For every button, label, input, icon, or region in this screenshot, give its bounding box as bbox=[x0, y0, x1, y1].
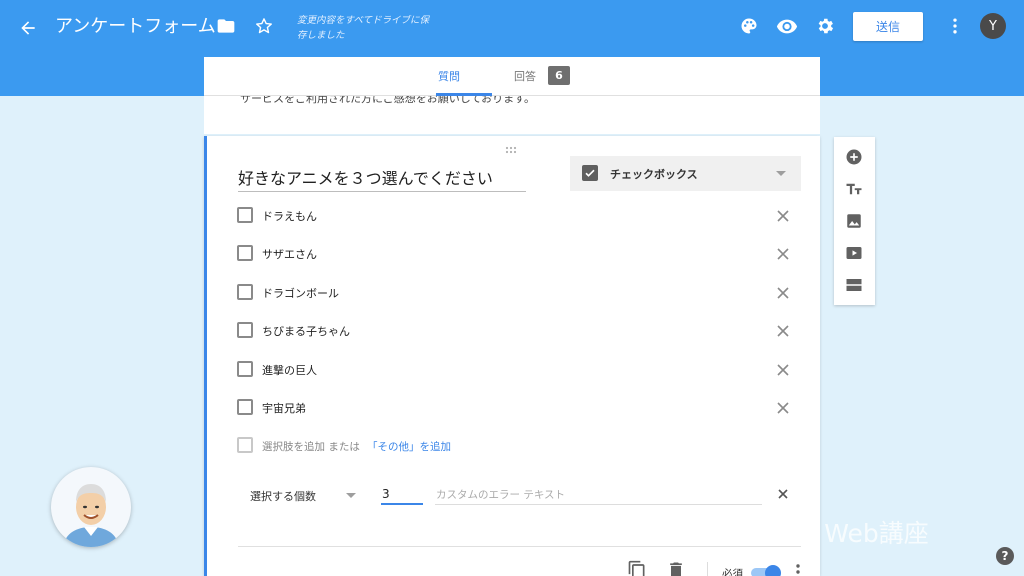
add-option-checkbox bbox=[237, 437, 253, 453]
presenter-avatar bbox=[51, 467, 131, 547]
remove-validation-icon[interactable] bbox=[773, 484, 793, 504]
option-checkbox[interactable] bbox=[237, 284, 253, 300]
question-title-input[interactable]: 好きなアニメを３つ選んでください bbox=[238, 168, 526, 192]
watermark-text: ひとりWeb講座 bbox=[750, 519, 929, 548]
option-row: ちびまる子ちゃん bbox=[237, 321, 797, 341]
active-card-indicator bbox=[204, 136, 207, 576]
more-vert-icon[interactable] bbox=[943, 14, 967, 38]
question-type-label: チェックボックス bbox=[610, 168, 698, 181]
required-label: 必須 bbox=[722, 568, 743, 576]
option-row: ドラえもん bbox=[237, 206, 797, 226]
question-card[interactable]: 好きなアニメを３つ選んでください チェックボックス ドラえもん サザエさん ドラ… bbox=[204, 136, 820, 576]
remove-option-icon[interactable] bbox=[773, 321, 793, 341]
add-option-label[interactable]: 選択肢を追加 bbox=[262, 441, 325, 453]
dropdown-arrow-icon bbox=[776, 171, 786, 176]
tab-responses[interactable]: 回答 bbox=[514, 68, 536, 84]
validation-rule-label: 選択する個数 bbox=[250, 490, 316, 503]
checkbox-type-icon bbox=[582, 165, 598, 181]
form-description-text: サービスをご利用された方にご感想をお願いしております。 bbox=[240, 96, 536, 105]
add-option-link[interactable]: 選択肢を追加 または bbox=[262, 439, 360, 454]
card-more-vert-icon[interactable] bbox=[792, 562, 804, 576]
delete-trash-icon[interactable] bbox=[666, 560, 686, 576]
custom-error-input[interactable] bbox=[435, 485, 762, 505]
side-toolbar bbox=[834, 137, 875, 305]
save-status-text: 変更内容をすべてドライブに保存しました bbox=[297, 15, 429, 41]
form-description-card[interactable]: サービスをご利用された方にご感想をお願いしております。 bbox=[204, 96, 820, 134]
duplicate-icon[interactable] bbox=[627, 560, 647, 576]
option-checkbox[interactable] bbox=[237, 361, 253, 377]
add-title-text-icon[interactable] bbox=[844, 179, 864, 199]
folder-icon[interactable] bbox=[214, 14, 238, 38]
star-icon[interactable] bbox=[252, 14, 276, 38]
selection-count-input[interactable] bbox=[381, 485, 423, 505]
remove-option-icon[interactable] bbox=[773, 398, 793, 418]
responses-count-badge: 6 bbox=[548, 66, 570, 85]
option-checkbox[interactable] bbox=[237, 245, 253, 261]
required-toggle[interactable] bbox=[751, 565, 781, 576]
validation-rule-dropdown[interactable]: 選択する個数 bbox=[250, 488, 360, 508]
remove-option-icon[interactable] bbox=[773, 244, 793, 264]
or-label: または bbox=[328, 441, 360, 453]
form-tabs: 質問 回答 6 bbox=[204, 57, 820, 96]
preview-eye-icon[interactable] bbox=[775, 14, 799, 38]
option-label[interactable]: 進撃の巨人 bbox=[262, 362, 317, 378]
option-row: ドラゴンボール bbox=[237, 283, 797, 303]
chevron-down-icon bbox=[346, 493, 356, 498]
option-checkbox[interactable] bbox=[237, 399, 253, 415]
option-label[interactable]: ドラゴンボール bbox=[262, 285, 339, 301]
add-option-row: 選択肢を追加 または 「その他」を追加 bbox=[237, 436, 637, 456]
option-checkbox[interactable] bbox=[237, 207, 253, 223]
add-other-link[interactable]: 「その他」を追加 bbox=[367, 439, 451, 454]
form-title[interactable]: アンケートフォーム bbox=[55, 15, 216, 39]
remove-option-icon[interactable] bbox=[773, 360, 793, 380]
back-arrow-icon[interactable] bbox=[14, 14, 42, 42]
add-section-icon[interactable] bbox=[844, 275, 864, 295]
add-image-icon[interactable] bbox=[844, 211, 864, 231]
palette-icon[interactable] bbox=[737, 14, 761, 38]
send-button[interactable]: 送信 bbox=[853, 12, 923, 41]
option-label[interactable]: ちびまる子ちゃん bbox=[262, 323, 350, 339]
drag-handle-icon[interactable] bbox=[504, 140, 520, 154]
remove-option-icon[interactable] bbox=[773, 283, 793, 303]
option-label[interactable]: サザエさん bbox=[262, 246, 317, 262]
option-row: サザエさん bbox=[237, 244, 797, 264]
tab-questions[interactable]: 質問 bbox=[438, 68, 460, 84]
question-type-dropdown[interactable]: チェックボックス bbox=[570, 156, 801, 191]
settings-gear-icon[interactable] bbox=[813, 14, 837, 38]
option-row: 進撃の巨人 bbox=[237, 360, 797, 380]
option-row: 宇宙兄弟 bbox=[237, 398, 797, 418]
add-question-icon[interactable] bbox=[844, 147, 864, 167]
help-icon[interactable]: ? bbox=[996, 547, 1014, 565]
user-avatar[interactable]: Y bbox=[980, 13, 1006, 39]
remove-option-icon[interactable] bbox=[773, 206, 793, 226]
option-label[interactable]: ドラえもん bbox=[262, 208, 317, 224]
add-video-icon[interactable] bbox=[844, 243, 864, 263]
card-footer-divider bbox=[238, 546, 801, 547]
footer-vertical-divider bbox=[707, 562, 708, 576]
option-checkbox[interactable] bbox=[237, 322, 253, 338]
option-label[interactable]: 宇宙兄弟 bbox=[262, 400, 306, 416]
watermark-logo: ひとりWeb講座 bbox=[750, 513, 980, 553]
toggle-knob bbox=[765, 565, 781, 576]
